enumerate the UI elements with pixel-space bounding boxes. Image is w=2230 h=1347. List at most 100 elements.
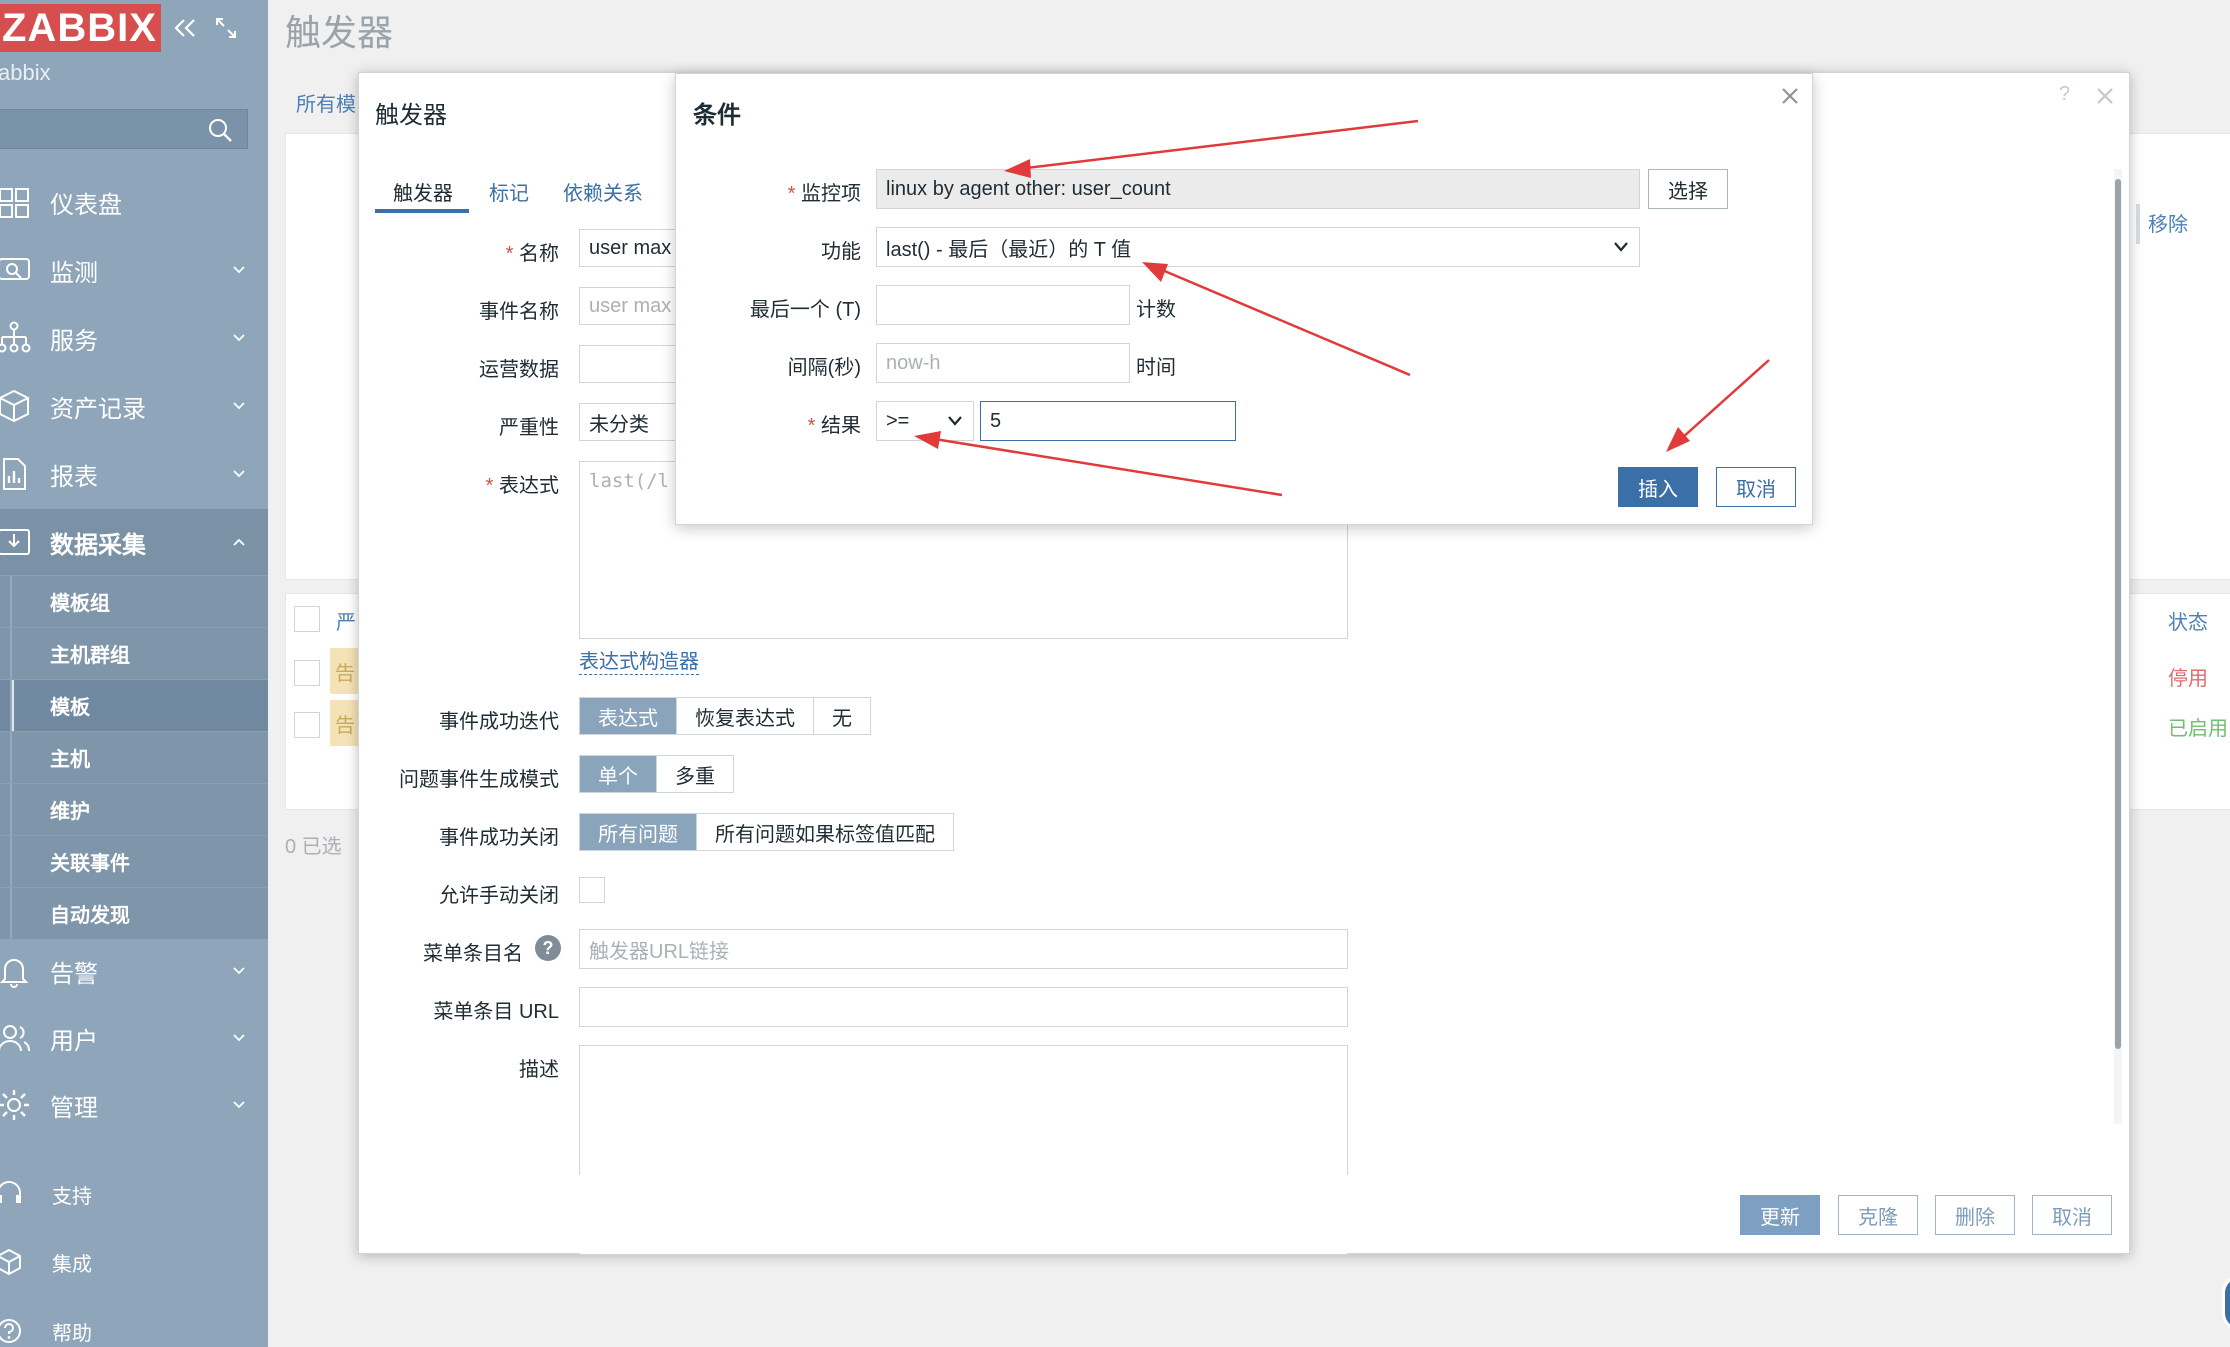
insert-button[interactable]: 插入 [1618, 467, 1698, 507]
update-button[interactable]: 更新 [1740, 1195, 1820, 1235]
submenu-hosts[interactable]: 主机 [0, 731, 268, 783]
tab-tags[interactable]: 标记 [489, 177, 529, 206]
feedback-bubble[interactable] [2222, 1275, 2230, 1331]
integrations-icon [0, 1248, 21, 1276]
item-label: 监控项 [676, 177, 861, 206]
status-enabled[interactable]: 已启用 [2168, 712, 2228, 741]
monitoring-icon [0, 258, 30, 280]
menu-integrations[interactable]: 集成 [0, 1237, 268, 1287]
menu-administration[interactable]: 管理 [0, 1072, 268, 1138]
tab-dependencies[interactable]: 依赖关系 [563, 177, 643, 206]
submenu-correlation[interactable]: 关联事件 [0, 835, 268, 887]
zabbix-logo[interactable]: ZABBIX [0, 4, 161, 52]
status-header[interactable]: 状态 [2168, 606, 2208, 635]
remove-link[interactable]: 移除 [2148, 208, 2188, 237]
menu-alerts[interactable]: 告警 [0, 938, 268, 1004]
menu-help[interactable]: 帮助 [0, 1306, 268, 1347]
select-item-button[interactable]: 选择 [1648, 169, 1728, 209]
item-input[interactable]: linux by agent other: user_count [876, 169, 1640, 209]
breadcrumb[interactable]: 所有模 [296, 88, 356, 117]
menu-inventory[interactable]: 资产记录 [0, 373, 268, 439]
severity-badge: 告 [330, 700, 360, 746]
select-all-checkbox[interactable] [294, 606, 320, 632]
cancel-button[interactable]: 取消 [2032, 1195, 2112, 1235]
sidebar-search-input[interactable] [0, 109, 248, 149]
delete-button[interactable]: 删除 [1935, 1195, 2015, 1235]
option-all-problems[interactable]: 所有问题 [580, 814, 697, 850]
submenu-host-groups[interactable]: 主机群组 [0, 627, 268, 679]
search-icon[interactable] [207, 117, 233, 143]
row-checkbox[interactable] [294, 660, 320, 686]
severity-badge: 告 [330, 648, 360, 694]
inventory-icon [0, 389, 29, 423]
clone-button[interactable]: 克隆 [1838, 1195, 1918, 1235]
operator-select[interactable]: >= [876, 401, 974, 441]
problem-mode-label: 问题事件生成模式 [399, 769, 559, 791]
last-of-input[interactable] [876, 285, 1130, 325]
menu-label: 用户 [50, 1027, 98, 1055]
help-icon[interactable]: ? [535, 935, 561, 961]
result-label: 结果 [676, 409, 861, 438]
menu-dashboard[interactable]: 仪表盘 [0, 169, 268, 235]
result-value-input[interactable]: 5 [980, 401, 1236, 441]
menu-services[interactable]: 服务 [0, 305, 268, 371]
menu-data-collection[interactable]: 数据采集 [0, 509, 268, 575]
ok-close-toggle: 所有问题 所有问题如果标签值匹配 [579, 813, 954, 851]
submenu-templates[interactable]: 模板 [0, 679, 268, 731]
option-single[interactable]: 单个 [580, 756, 657, 792]
expression-builder-link[interactable]: 表达式构造器 [579, 645, 699, 675]
dashboard-icon [0, 188, 29, 218]
collapse-sidebar-icon[interactable] [172, 16, 198, 40]
server-name: abbix [0, 60, 51, 85]
option-recovery-expression[interactable]: 恢复表达式 [677, 698, 814, 734]
manual-close-checkbox[interactable] [579, 877, 605, 903]
chevron-down-icon [233, 266, 245, 274]
column-header[interactable]: 严 [336, 606, 356, 635]
chevron-down-icon [233, 402, 245, 410]
url-label: 菜单条目 URL [433, 1001, 559, 1023]
function-select[interactable]: last() - 最后（最近）的 T 值 [876, 227, 1640, 267]
opdata-label: 运营数据 [479, 359, 559, 381]
submenu-discovery[interactable]: 自动发现 [0, 887, 268, 939]
close-icon[interactable] [1780, 86, 1800, 106]
function-label: 功能 [821, 241, 861, 263]
menu-support[interactable]: 支持 [0, 1169, 268, 1219]
page-title: 触发器 [285, 12, 394, 53]
expression-label: 表达式 [359, 469, 559, 498]
description-label: 描述 [519, 1059, 559, 1081]
period-input[interactable]: now-h [876, 343, 1130, 383]
modal-scrollbar[interactable] [2114, 169, 2122, 1124]
chevron-down-icon [233, 334, 245, 342]
row-checkbox[interactable] [294, 712, 320, 738]
function-selected-value: last() - 最后（最近）的 T 值 [886, 238, 1132, 261]
chevron-down-icon [233, 967, 245, 975]
chevron-down-icon [233, 1101, 245, 1109]
support-icon [0, 1181, 21, 1203]
option-none[interactable]: 无 [814, 698, 870, 734]
url-input[interactable] [579, 987, 1348, 1027]
menu-label: 管理 [50, 1094, 98, 1122]
help-question-icon[interactable]: ? [2059, 83, 2070, 106]
divider [2136, 204, 2140, 244]
menu-reports[interactable]: 报表 [0, 441, 268, 507]
tab-trigger[interactable]: 触发器 [393, 177, 453, 206]
status-disabled[interactable]: 停用 [2168, 662, 2208, 691]
menu-label: 报表 [50, 463, 98, 491]
menu-users[interactable]: 用户 [0, 1005, 268, 1071]
menu-monitoring[interactable]: 监测 [0, 237, 268, 303]
menu-label: 告警 [50, 960, 98, 988]
operator-value: >= [886, 409, 910, 432]
cancel-button[interactable]: 取消 [1716, 467, 1796, 507]
submenu-template-groups[interactable]: 模板组 [0, 575, 268, 627]
scrollbar-thumb[interactable] [2115, 179, 2121, 1049]
administration-icon [0, 1090, 29, 1120]
option-expression[interactable]: 表达式 [580, 698, 677, 734]
submenu-maintenance[interactable]: 维护 [0, 783, 268, 835]
menu-label: 仪表盘 [50, 191, 122, 219]
url-name-label: 菜单条目名 [423, 943, 523, 965]
close-icon[interactable] [2094, 85, 2116, 107]
url-name-input[interactable]: 触发器URL链接 [579, 929, 1348, 969]
option-tag-match[interactable]: 所有问题如果标签值匹配 [697, 814, 953, 850]
kiosk-mode-icon[interactable] [214, 16, 238, 40]
option-multiple[interactable]: 多重 [657, 756, 733, 792]
